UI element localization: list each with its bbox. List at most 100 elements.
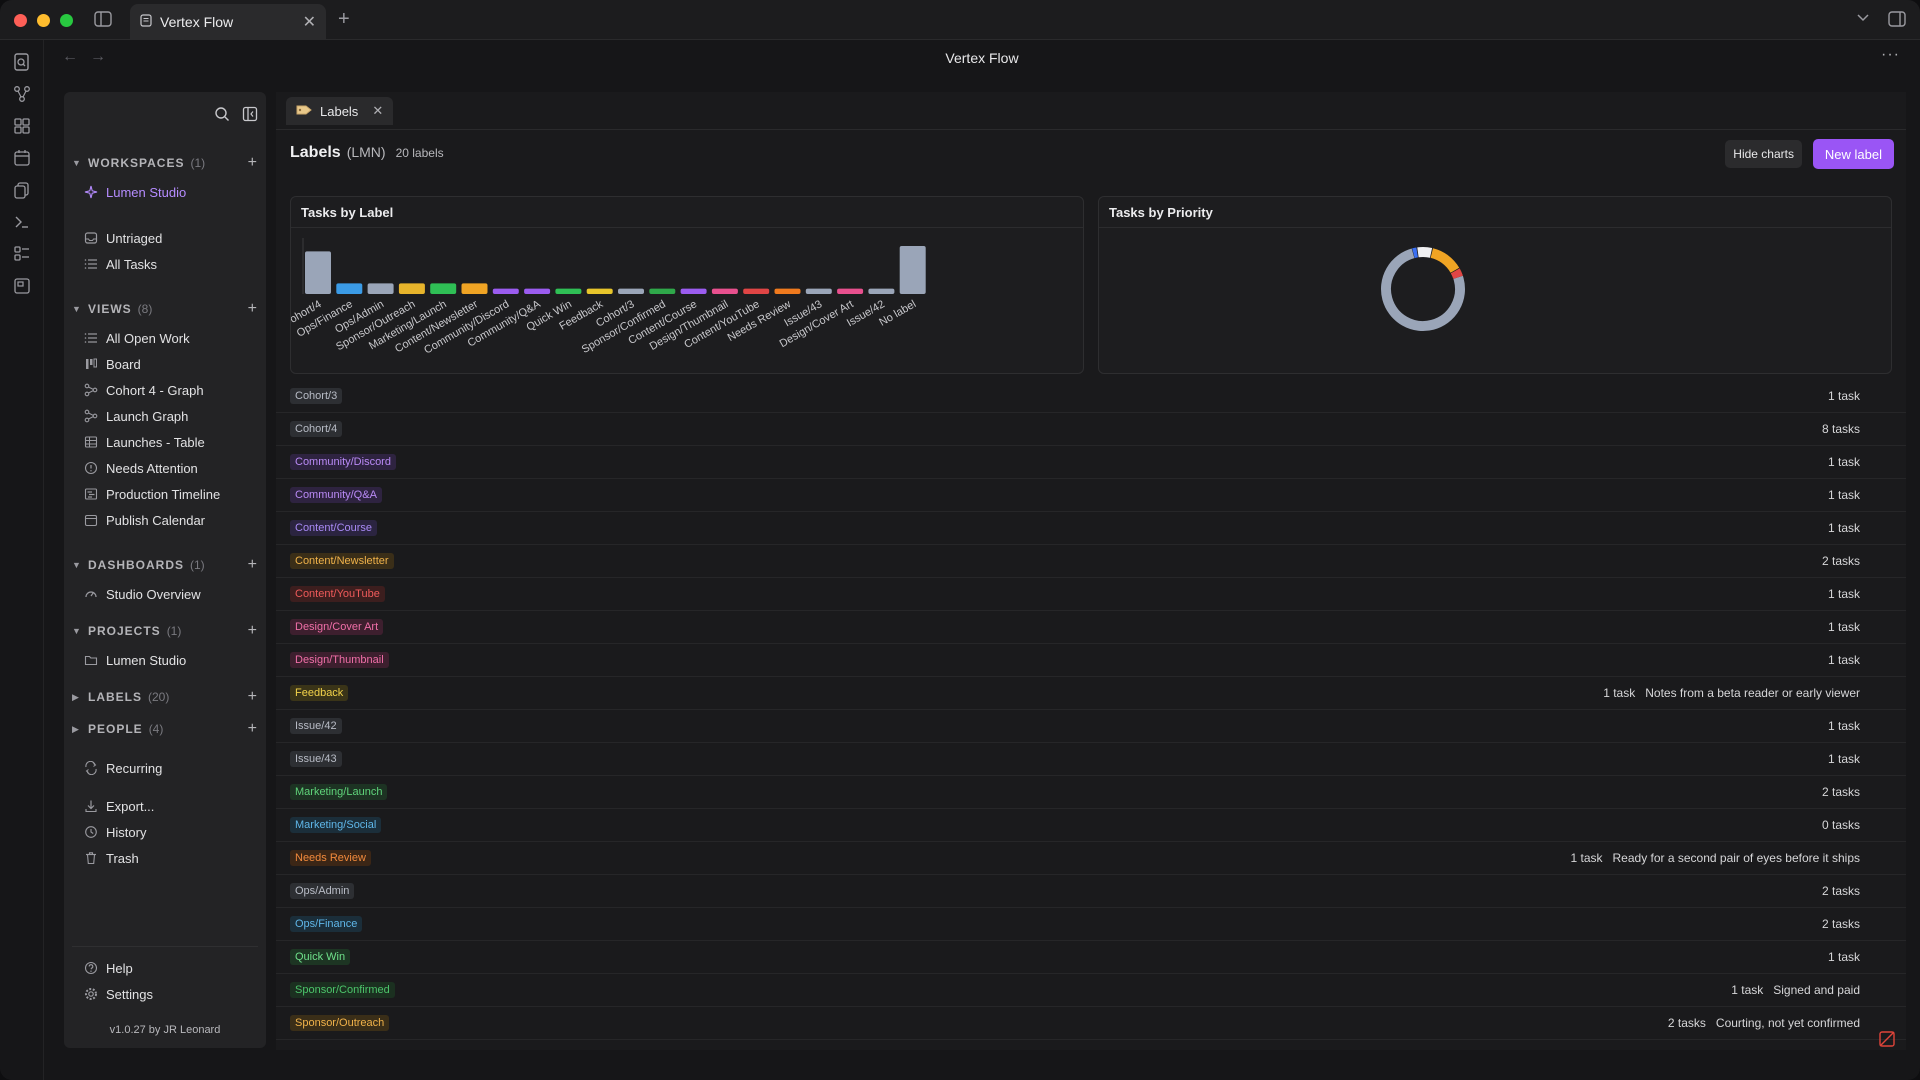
- new-label-button[interactable]: New label: [1812, 139, 1894, 169]
- notebook-icon[interactable]: [12, 276, 32, 296]
- sidebar-item-untriaged[interactable]: Untriaged: [84, 228, 162, 248]
- hide-charts-button[interactable]: Hide charts: [1725, 140, 1802, 168]
- sidebar-item-help[interactable]: Help: [84, 958, 133, 978]
- bar[interactable]: [805, 288, 832, 294]
- labels-section-header[interactable]: ▶ LABELS (20) +: [72, 688, 258, 706]
- label-pill[interactable]: Ops/Admin: [290, 883, 355, 899]
- chevron-down-icon[interactable]: [1856, 12, 1870, 22]
- label-row[interactable]: Design/Thumbnail 1 task: [276, 644, 1906, 677]
- sidebar-item-all-tasks[interactable]: All Tasks: [84, 254, 157, 274]
- minimize-window-button[interactable]: [37, 14, 50, 27]
- donut-slice[interactable]: [1378, 244, 1469, 335]
- label-row[interactable]: Content/Course 1 task: [276, 512, 1906, 545]
- label-pill[interactable]: Content/Newsletter: [290, 553, 394, 569]
- close-tab-icon[interactable]: ✕: [303, 12, 316, 32]
- label-row[interactable]: Sponsor/Outreach 2 tasks Courting, not yet…: [276, 1007, 1906, 1040]
- sidebar-item-studio-overview[interactable]: Studio Overview: [84, 584, 201, 604]
- sidebar-item-export[interactable]: Export...: [84, 796, 154, 816]
- bar[interactable]: [711, 288, 738, 294]
- projects-section-header[interactable]: ▼ PROJECTS (1) +: [72, 622, 258, 640]
- label-row[interactable]: Quick Win 1 task: [276, 941, 1906, 974]
- list-icon[interactable]: [12, 244, 32, 264]
- sidebar-item-all-open-work[interactable]: All Open Work: [84, 328, 190, 348]
- grid-icon[interactable]: [12, 116, 32, 136]
- close-tab-icon[interactable]: ✕: [372, 103, 383, 119]
- bar[interactable]: [367, 283, 394, 294]
- label-row[interactable]: Feedback 1 task Notes from a beta reader o…: [276, 677, 1906, 710]
- sidebar-item-publish-calendar[interactable]: Publish Calendar: [84, 510, 205, 530]
- add-dashboard-icon[interactable]: +: [248, 556, 258, 574]
- label-row[interactable]: Community/Q&A 1 task: [276, 479, 1906, 512]
- label-pill[interactable]: Needs Review: [290, 850, 371, 866]
- bar[interactable]: [618, 288, 644, 294]
- label-pill[interactable]: Issue/42: [290, 718, 342, 734]
- label-pill[interactable]: Issue/43: [290, 751, 342, 767]
- label-pill[interactable]: Content/YouTube: [290, 586, 385, 602]
- add-person-icon[interactable]: +: [248, 720, 258, 738]
- label-pill[interactable]: Design/Cover Art: [290, 619, 384, 635]
- more-options-icon[interactable]: ···: [1881, 46, 1900, 64]
- collapse-sidebar-icon[interactable]: [242, 106, 258, 122]
- zoom-window-button[interactable]: [60, 14, 73, 27]
- label-pill[interactable]: Community/Q&A: [290, 487, 382, 503]
- new-tab-icon[interactable]: +: [338, 8, 350, 31]
- bar[interactable]: [430, 283, 457, 294]
- label-pill[interactable]: Marketing/Launch: [290, 784, 388, 800]
- sidebar-item-launches-table[interactable]: Launches - Table: [84, 432, 205, 452]
- add-project-icon[interactable]: +: [248, 622, 258, 640]
- add-workspace-icon[interactable]: +: [248, 154, 258, 172]
- sync-error-icon[interactable]: [1878, 1030, 1896, 1048]
- donut-slice[interactable]: [1378, 244, 1469, 335]
- right-panel-toggle-icon[interactable]: [1888, 11, 1906, 27]
- workspaces-section-header[interactable]: ▼ WORKSPACES (1) +: [72, 154, 258, 172]
- close-window-button[interactable]: [14, 14, 27, 27]
- sidebar-toggle-icon[interactable]: [94, 11, 112, 27]
- bar[interactable]: [492, 288, 519, 294]
- bar[interactable]: [524, 288, 551, 294]
- donut-slice[interactable]: [1378, 244, 1469, 335]
- label-row[interactable]: Cohort/3 1 task: [276, 380, 1906, 413]
- label-pill[interactable]: Marketing/Social: [290, 817, 382, 833]
- sidebar-item-needs-attention[interactable]: Needs Attention: [84, 458, 198, 478]
- sidebar-item-settings[interactable]: Settings: [84, 984, 153, 1004]
- label-row[interactable]: Issue/42 1 task: [276, 710, 1906, 743]
- views-section-header[interactable]: ▼ VIEWS (8) +: [72, 300, 258, 318]
- bar[interactable]: [743, 288, 770, 294]
- label-row[interactable]: Content/Newsletter 2 tasks: [276, 545, 1906, 578]
- label-row[interactable]: Content/YouTube 1 task: [276, 578, 1906, 611]
- label-row[interactable]: Ops/Finance 2 tasks: [276, 908, 1906, 941]
- label-row[interactable]: Ops/Admin 2 tasks: [276, 875, 1906, 908]
- label-row[interactable]: Design/Cover Art 1 task: [276, 611, 1906, 644]
- label-pill[interactable]: Ops/Finance: [290, 916, 363, 932]
- bar[interactable]: [398, 283, 425, 294]
- bar[interactable]: [336, 283, 363, 294]
- graph-icon[interactable]: [12, 84, 32, 104]
- donut-slice[interactable]: [1378, 244, 1469, 335]
- label-row[interactable]: Marketing/Launch 2 tasks: [276, 776, 1906, 809]
- dashboards-section-header[interactable]: ▼ DASHBOARDS (1) +: [72, 556, 258, 574]
- donut-slice[interactable]: [1378, 244, 1469, 335]
- calendar-icon[interactable]: [12, 148, 32, 168]
- label-pill[interactable]: Cohort/4: [290, 421, 343, 437]
- tab-labels[interactable]: Labels ✕: [286, 97, 394, 125]
- label-row[interactable]: Sponsor/Confirmed 1 task Signed and paid: [276, 974, 1906, 1007]
- label-pill[interactable]: Community/Discord: [290, 454, 396, 470]
- bar[interactable]: [649, 288, 676, 294]
- label-pill[interactable]: Sponsor/Outreach: [290, 1015, 390, 1031]
- label-pill[interactable]: Feedback: [290, 685, 349, 701]
- sidebar-item-lumen-studio[interactable]: Lumen Studio: [84, 182, 186, 202]
- add-label-icon[interactable]: +: [248, 688, 258, 706]
- sidebar-item-recurring[interactable]: Recurring: [84, 758, 162, 778]
- bar[interactable]: [461, 283, 488, 294]
- bar[interactable]: [305, 251, 331, 294]
- label-pill[interactable]: Design/Thumbnail: [290, 652, 389, 668]
- search-files-icon[interactable]: [12, 52, 32, 72]
- label-pill[interactable]: Content/Course: [290, 520, 378, 536]
- sidebar-item-project-lumen-studio[interactable]: Lumen Studio: [84, 650, 186, 670]
- bar[interactable]: [837, 288, 864, 294]
- label-row[interactable]: Community/Discord 1 task: [276, 446, 1906, 479]
- sidebar-item-cohort-4-graph[interactable]: Cohort 4 - Graph: [84, 380, 204, 400]
- bar[interactable]: [680, 288, 707, 294]
- bar[interactable]: [555, 288, 582, 294]
- terminal-icon[interactable]: [12, 212, 32, 232]
